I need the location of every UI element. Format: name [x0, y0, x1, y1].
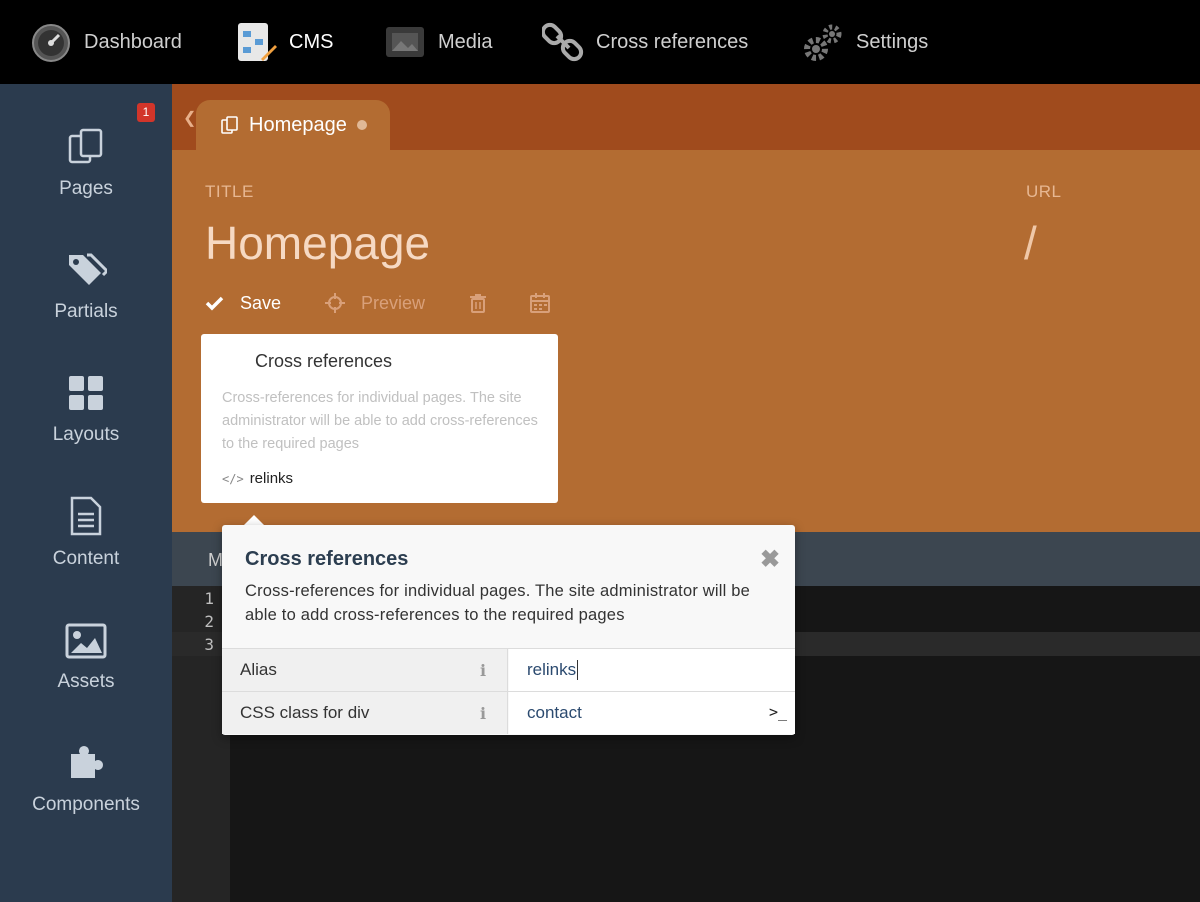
dashboard-gauge-icon: [30, 21, 72, 63]
media-icon: [384, 21, 426, 63]
editor-tab-label[interactable]: M: [208, 550, 223, 571]
property-row-alias: Alias i relinks: [222, 648, 795, 691]
save-label: Save: [240, 292, 282, 313]
page-icon: [220, 115, 240, 135]
code-icon: </>: [222, 471, 244, 486]
info-icon[interactable]: i: [480, 704, 486, 723]
notification-badge: 1: [137, 103, 155, 122]
sidebar-item-content[interactable]: Content: [0, 492, 172, 602]
sidebar-item-assets[interactable]: Assets: [0, 615, 172, 725]
alias-text: relinks: [249, 470, 294, 487]
component-title: Cross references: [255, 351, 393, 371]
calendar-icon: [530, 293, 550, 313]
property-name-text: Alias: [240, 660, 277, 679]
text-cursor: [577, 660, 579, 680]
property-name-text: CSS class for div: [240, 703, 370, 722]
close-icon[interactable]: ✖: [760, 545, 780, 574]
nav-cross-references[interactable]: Cross references: [542, 0, 748, 84]
component-alias: </> relinks: [222, 470, 293, 487]
tab-strip: ❮ Homepage: [172, 84, 1200, 150]
component-inspector-popup: Cross references ✖ Cross-references for …: [222, 525, 795, 735]
alias-input[interactable]: relinks: [509, 649, 795, 691]
sidebar-item-label: Layouts: [52, 424, 120, 445]
title-label: TITLE: [205, 182, 254, 201]
top-navigation: Dashboard CMS Media Cross references Set…: [0, 0, 1200, 84]
sidebar-item-layouts[interactable]: Layouts: [0, 368, 172, 478]
image-icon: [0, 615, 172, 659]
save-button[interactable]: Save: [205, 290, 281, 316]
pages-icon: [0, 122, 172, 166]
delete-button[interactable]: [470, 290, 486, 316]
css-class-value: contact: [527, 703, 582, 722]
property-row-css-class: CSS class for div i contact >_: [222, 691, 795, 734]
title-input[interactable]: Homepage: [205, 216, 430, 270]
component-description: Cross-references for individual pages. T…: [222, 390, 538, 452]
nav-label: Settings: [856, 30, 929, 53]
nav-label: CMS: [289, 30, 334, 53]
popup-description: Cross-references for individual pages. T…: [245, 582, 751, 624]
gears-icon: [802, 21, 844, 63]
sidebar-item-label: Assets: [57, 671, 115, 692]
preview-label: Preview: [361, 292, 426, 313]
crosshair-icon: [325, 293, 345, 313]
layouts-grid-icon: [0, 368, 172, 412]
nav-label: Dashboard: [84, 30, 182, 53]
nav-settings[interactable]: Settings: [802, 0, 928, 84]
sidebar-item-components[interactable]: Components: [0, 738, 172, 848]
alias-value: relinks: [527, 660, 577, 679]
nav-cms[interactable]: CMS: [235, 0, 333, 84]
cms-icon: [235, 21, 277, 63]
property-name: Alias i: [222, 649, 508, 691]
sidebar-item-label: Content: [52, 548, 120, 569]
sidebar-item-label: Partials: [54, 301, 118, 322]
property-name: CSS class for div i: [222, 692, 508, 734]
terminal-icon[interactable]: >_: [769, 703, 787, 721]
popup-title: Cross references: [245, 548, 409, 570]
info-icon[interactable]: i: [480, 661, 486, 680]
component-card[interactable]: Cross references Cross-references for in…: [201, 334, 558, 503]
line-number: 2: [204, 612, 214, 631]
schedule-button[interactable]: [530, 290, 550, 316]
sidebar-item-label: Components: [32, 794, 140, 815]
sidebar-item-partials[interactable]: Partials: [0, 245, 172, 355]
tags-icon: [0, 245, 172, 289]
url-input[interactable]: /: [1024, 216, 1037, 270]
line-number: 3: [204, 635, 214, 654]
document-icon: [0, 492, 172, 536]
tab-label: Homepage: [249, 113, 347, 136]
url-label: URL: [1026, 182, 1062, 201]
checkmark-icon: [205, 295, 224, 311]
chain-link-icon: [542, 21, 584, 63]
sidebar-item-label: Pages: [59, 178, 113, 199]
puzzle-icon: [0, 738, 172, 782]
tab-homepage[interactable]: Homepage: [196, 100, 390, 150]
css-class-input[interactable]: contact >_: [509, 692, 795, 734]
preview-button[interactable]: Preview: [325, 290, 425, 316]
sidebar: Pages 1 Partials Layouts Content Assets …: [0, 84, 172, 902]
sidebar-item-pages[interactable]: Pages: [0, 122, 172, 232]
trash-icon: [470, 293, 486, 313]
line-number: 1: [204, 589, 214, 608]
nav-label: Cross references: [596, 30, 749, 53]
chevron-left-icon[interactable]: ❮: [183, 108, 196, 128]
nav-media[interactable]: Media: [384, 0, 492, 84]
unsaved-dot: [356, 120, 367, 130]
nav-label: Media: [438, 30, 493, 53]
nav-dashboard[interactable]: Dashboard: [30, 0, 182, 84]
